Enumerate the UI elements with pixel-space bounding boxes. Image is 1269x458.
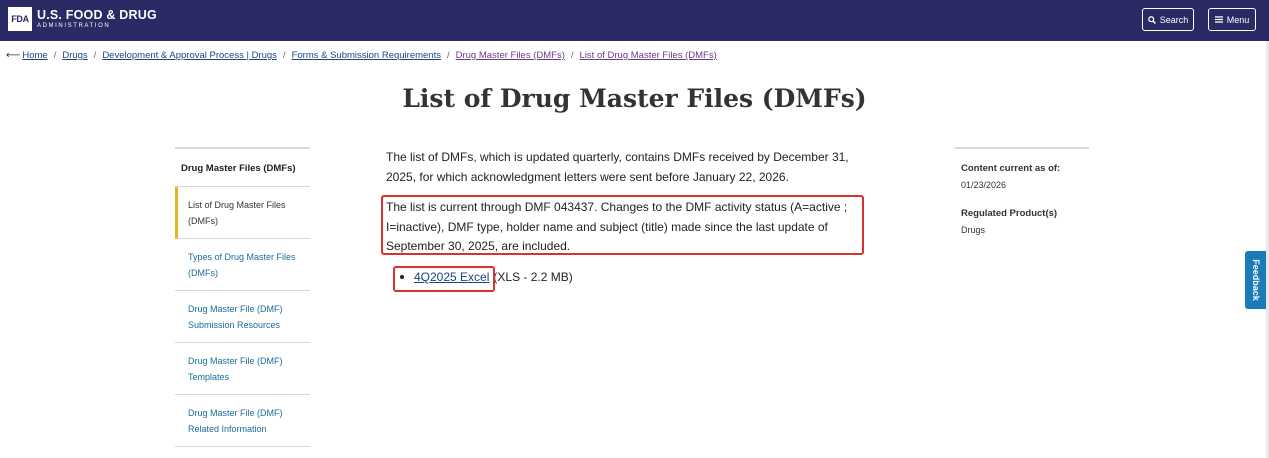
sidebar-item-templates[interactable]: Drug Master File (DMF) Templates: [175, 343, 310, 395]
fda-logo[interactable]: FDA U.S. FOOD & DRUG ADMINISTRATION: [8, 7, 157, 31]
breadcrumb-separator: /: [93, 50, 97, 61]
regulated-products-value: Drugs: [961, 225, 986, 235]
link-highlight-box: [393, 266, 495, 292]
hamburger-icon: [1214, 16, 1223, 23]
site-header: FDA U.S. FOOD & DRUG ADMINISTRATION Sear…: [0, 0, 1269, 41]
logo-subtitle: ADMINISTRATION: [37, 23, 111, 30]
back-arrow-icon: ⟵: [6, 50, 21, 61]
content-current-label: Content current as of:: [961, 163, 1061, 174]
sidebar-nav: Drug Master Files (DMFs) List of Drug Ma…: [175, 147, 310, 447]
main-content: The list of DMFs, which is updated quart…: [386, 148, 866, 196]
search-icon: [1147, 15, 1156, 24]
breadcrumb: ⟵ Home / Drugs / Development & Approval …: [6, 50, 717, 61]
file-meta: (XLS - 2.2 MB): [493, 270, 573, 284]
breadcrumb-forms-submission[interactable]: Forms & Submission Requirements: [292, 50, 441, 61]
sidebar-item-list-dmfs[interactable]: List of Drug Master Files (DMFs): [175, 187, 310, 239]
menu-button[interactable]: Menu: [1208, 8, 1256, 31]
breadcrumb-dmfs[interactable]: Drug Master Files (DMFs): [456, 50, 565, 61]
breadcrumb-separator: /: [446, 50, 450, 61]
fda-logo-mark: FDA: [8, 7, 32, 31]
content-current-date: 01/23/2026: [961, 180, 1007, 190]
sidebar-item-related-information[interactable]: Drug Master File (DMF) Related Informati…: [175, 395, 310, 447]
status-paragraph: The list is current through DMF 043437. …: [386, 200, 848, 253]
menu-label: Menu: [1226, 14, 1250, 25]
breadcrumb-drugs[interactable]: Drugs: [62, 50, 87, 61]
search-label: Search: [1159, 14, 1189, 25]
search-button[interactable]: Search: [1142, 8, 1194, 31]
page-title: List of Drug Master Files (DMFs): [402, 84, 867, 113]
logo-title: U.S. FOOD & DRUG: [37, 7, 157, 22]
breadcrumb-separator: /: [53, 50, 57, 61]
regulated-products-label: Regulated Product(s): [961, 208, 1058, 219]
breadcrumb-separator: /: [282, 50, 286, 61]
content-meta: Content current as of: 01/23/2026 Regula…: [955, 147, 1089, 253]
feedback-button[interactable]: Feedback: [1245, 251, 1266, 309]
breadcrumb-development-approval[interactable]: Development & Approval Process | Drugs: [102, 50, 277, 61]
breadcrumb-separator: /: [570, 50, 574, 61]
breadcrumb-list-dmfs[interactable]: List of Drug Master Files (DMFs): [580, 50, 717, 61]
intro-paragraph: The list of DMFs, which is updated quart…: [386, 150, 849, 184]
sidebar-heading[interactable]: Drug Master Files (DMFs): [175, 149, 310, 187]
feedback-label: Feedback: [1250, 259, 1261, 301]
sidebar-item-submission-resources[interactable]: Drug Master File (DMF) Submission Resour…: [175, 291, 310, 343]
breadcrumb-home[interactable]: Home: [22, 50, 47, 61]
sidebar-item-types-dmfs[interactable]: Types of Drug Master Files (DMFs): [175, 239, 310, 291]
